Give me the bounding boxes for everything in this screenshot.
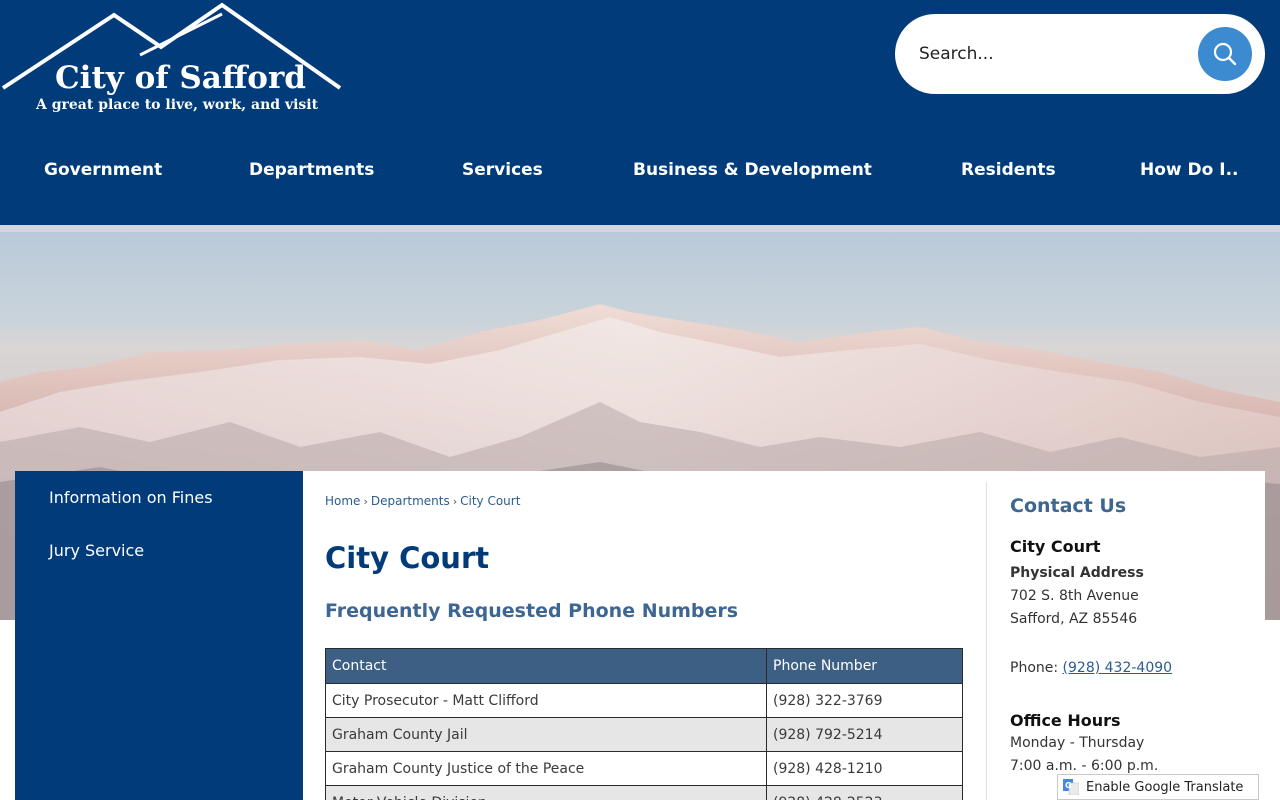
table-header-row: Contact Phone Number <box>325 648 963 684</box>
logo-title: City of Safford <box>55 60 306 96</box>
nav-item-services[interactable]: Services <box>462 160 543 180</box>
column-header-contact: Contact <box>325 648 767 684</box>
phone-line: Phone: (928) 432-4090 <box>1010 660 1172 676</box>
column-divider <box>986 482 987 800</box>
google-translate-icon: G <box>1063 779 1079 795</box>
table-row: Graham County Justice of the Peace (928)… <box>325 751 963 786</box>
sidebar-item-information-on-fines[interactable]: Information on Fines <box>49 488 213 507</box>
office-hours-days: Monday - Thursday <box>1010 735 1145 751</box>
nav-item-how-do-i[interactable]: How Do I.. <box>1140 160 1238 180</box>
city-logo[interactable]: City of Safford A great place to live, w… <box>0 0 350 125</box>
nav-item-business-development[interactable]: Business & Development <box>633 160 872 180</box>
nav-item-residents[interactable]: Residents <box>961 160 1056 180</box>
search-box <box>895 14 1265 94</box>
table-cell-phone: (928) 322-3769 <box>766 683 963 718</box>
office-hours-title: Office Hours <box>1010 711 1121 730</box>
nav-item-departments[interactable]: Departments <box>249 160 374 180</box>
physical-address-label: Physical Address <box>1010 565 1144 581</box>
google-translate-label: Enable Google Translate <box>1086 779 1244 795</box>
phone-link[interactable]: (928) 432-4090 <box>1063 660 1173 676</box>
nav-item-government[interactable]: Government <box>44 160 162 180</box>
table-cell-contact: Graham County Jail <box>325 717 767 752</box>
column-header-phone: Phone Number <box>766 648 963 684</box>
table-cell-phone: (928) 428-2523 <box>766 785 963 800</box>
main-content: Home › Departments › City Court City Court F… <box>303 471 1265 800</box>
breadcrumb-city-court[interactable]: City Court <box>460 494 520 508</box>
section-title: Frequently Requested Phone Numbers <box>325 600 739 622</box>
table-cell-contact: City Prosecutor - Matt Clifford <box>325 683 767 718</box>
header-divider <box>0 225 1280 232</box>
office-hours-time: 7:00 a.m. - 6:00 p.m. <box>1010 758 1159 774</box>
svg-text:G: G <box>1065 781 1072 790</box>
table-row: City Prosecutor - Matt Clifford (928) 32… <box>325 683 963 718</box>
logo-tagline: A great place to live, work, and visit <box>36 97 319 113</box>
page-title: City Court <box>325 541 490 575</box>
google-translate-button[interactable]: G Enable Google Translate <box>1057 774 1259 800</box>
breadcrumb-home[interactable]: Home <box>325 494 360 508</box>
main-nav: Government Departments Services Business… <box>0 150 1280 194</box>
search-input[interactable] <box>919 36 1189 72</box>
table-row: Motor Vehicle Division (928) 428-2523 <box>325 785 963 800</box>
breadcrumb: Home › Departments › City Court <box>325 494 520 508</box>
contact-name: City Court <box>1010 537 1101 556</box>
table-row: Graham County Jail (928) 792-5214 <box>325 717 963 752</box>
address-line-1: 702 S. 8th Avenue <box>1010 588 1139 604</box>
contact-us-title: Contact Us <box>1010 495 1127 517</box>
breadcrumb-departments[interactable]: Departments <box>371 494 450 508</box>
table-cell-phone: (928) 428-1210 <box>766 751 963 786</box>
table-cell-phone: (928) 792-5214 <box>766 717 963 752</box>
address-line-2: Safford, AZ 85546 <box>1010 611 1138 627</box>
sidebar: Information on Fines Jury Service <box>15 471 303 800</box>
sidebar-item-jury-service[interactable]: Jury Service <box>49 541 144 560</box>
breadcrumb-separator: › <box>363 495 368 508</box>
breadcrumb-separator: › <box>452 495 458 508</box>
table-cell-contact: Motor Vehicle Division <box>325 785 767 800</box>
search-icon <box>1213 42 1237 66</box>
table-cell-contact: Graham County Justice of the Peace <box>325 751 767 786</box>
search-button[interactable] <box>1198 27 1252 81</box>
site-header: City of Safford A great place to live, w… <box>0 0 1280 225</box>
phone-numbers-table: Contact Phone Number City Prosecutor - M… <box>325 648 963 800</box>
phone-label: Phone: <box>1010 660 1063 676</box>
